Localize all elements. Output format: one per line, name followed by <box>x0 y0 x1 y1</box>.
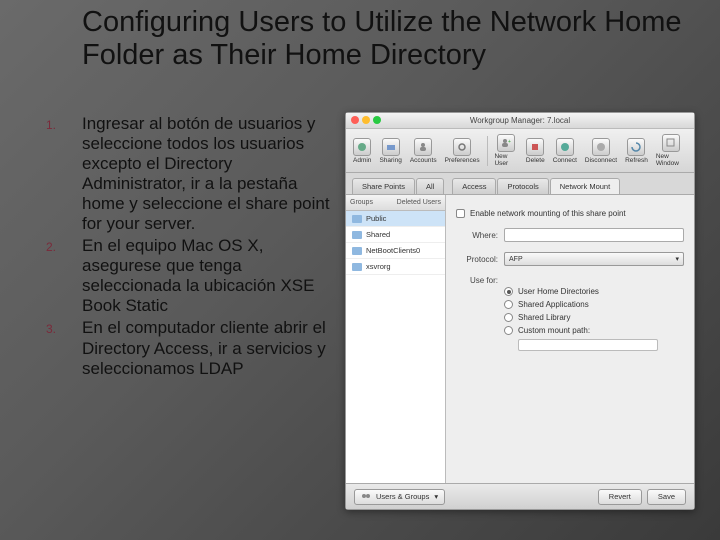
footer-scope-select[interactable]: Users & Groups ▾ <box>354 489 445 505</box>
protocol-select[interactable]: AFP ▾ <box>504 252 684 266</box>
where-row: Where: <box>456 228 684 242</box>
enable-mount-label: Enable network mounting of this share po… <box>470 209 626 218</box>
zoom-icon[interactable] <box>373 116 381 124</box>
folder-icon <box>352 263 362 271</box>
toolbar: Admin Sharing Accounts Preferences +New … <box>346 129 694 173</box>
toolbar-sharing[interactable]: Sharing <box>376 136 404 166</box>
radio-icon <box>504 300 513 309</box>
protocol-row: Protocol: AFP ▾ <box>456 252 684 266</box>
slide: Configuring Users to Utilize the Network… <box>0 0 720 540</box>
protocol-label: Protocol: <box>456 255 498 264</box>
slide-title: Configuring Users to Utilize the Network… <box>82 6 700 73</box>
toolbar-accounts[interactable]: Accounts <box>407 136 440 166</box>
folder-icon <box>352 231 362 239</box>
instruction-list: 1. Ingresar al botón de usuarios y selec… <box>46 114 338 381</box>
window-footer: Users & Groups ▾ Revert Save <box>346 483 694 509</box>
use-for-label: Use for: <box>456 276 498 285</box>
toolbar-preferences[interactable]: Preferences <box>442 136 483 166</box>
tab-share-points[interactable]: Share Points <box>352 178 415 194</box>
tab-protocols[interactable]: Protocols <box>497 178 548 194</box>
save-button[interactable]: Save <box>647 489 686 505</box>
radio-custom-path[interactable]: Custom mount path: <box>504 326 684 335</box>
minimize-icon[interactable] <box>362 116 370 124</box>
radio-icon <box>504 313 513 322</box>
toolbar-new-user[interactable]: +New User <box>491 132 520 169</box>
radio-icon <box>504 326 513 335</box>
sidebar-item[interactable]: Shared <box>346 227 445 243</box>
tab-all[interactable]: All <box>416 178 444 194</box>
where-label: Where: <box>456 231 498 240</box>
main-pane: Enable network mounting of this share po… <box>446 195 694 483</box>
enable-mount-row: Enable network mounting of this share po… <box>456 209 684 218</box>
toolbar-new-window[interactable]: New Window <box>653 132 690 169</box>
use-for-options: User Home Directories Shared Application… <box>504 287 684 351</box>
enable-mount-checkbox[interactable] <box>456 209 465 218</box>
svg-text:+: + <box>508 139 511 145</box>
screenshot-window: Workgroup Manager: 7.local Admin Sharing… <box>345 112 695 510</box>
footer-buttons: Revert Save <box>598 489 686 505</box>
list-number: 2. <box>46 236 82 316</box>
list-text: En el computador cliente abrir el Direct… <box>82 318 338 378</box>
tab-bar: Share Points All Access Protocols Networ… <box>346 173 694 195</box>
chevron-down-icon: ▾ <box>434 492 438 501</box>
radio-shared-library[interactable]: Shared Library <box>504 313 684 322</box>
list-item: 2. En el equipo Mac OS X, asegurese que … <box>46 236 338 316</box>
toolbar-delete[interactable]: Delete <box>523 136 548 166</box>
window-title: Workgroup Manager: 7.local <box>470 116 570 125</box>
toolbar-separator <box>487 136 488 166</box>
list-text: En el equipo Mac OS X, asegurese que ten… <box>82 236 338 316</box>
sidebar-header: Groups Deleted Users <box>346 195 445 211</box>
chevron-down-icon: ▾ <box>675 255 679 263</box>
sidebar-item[interactable]: xsvrorg <box>346 259 445 275</box>
toolbar-admin[interactable]: Admin <box>350 136 374 166</box>
sidebar-header-right: Deleted Users <box>397 199 441 206</box>
sidebar-item[interactable]: NetBootClients0 <box>346 243 445 259</box>
traffic-lights <box>351 116 381 124</box>
toolbar-disconnect[interactable]: Disconnect <box>582 136 620 166</box>
users-icon <box>361 492 371 502</box>
sidebar-item[interactable]: Public <box>346 211 445 227</box>
where-input[interactable] <box>504 228 684 242</box>
use-for-row: Use for: <box>456 276 684 285</box>
list-item: 1. Ingresar al botón de usuarios y selec… <box>46 114 338 234</box>
toolbar-connect[interactable]: Connect <box>550 136 580 166</box>
tab-access[interactable]: Access <box>452 178 496 194</box>
radio-user-home[interactable]: User Home Directories <box>504 287 684 296</box>
close-icon[interactable] <box>351 116 359 124</box>
custom-path-input[interactable] <box>518 339 658 351</box>
revert-button[interactable]: Revert <box>598 489 642 505</box>
tab-network-mount[interactable]: Network Mount <box>550 178 620 194</box>
window-body: Groups Deleted Users Public Shared NetBo… <box>346 195 694 483</box>
list-item: 3. En el computador cliente abrir el Dir… <box>46 318 338 378</box>
sidebar-header-left: Groups <box>350 199 373 206</box>
list-text: Ingresar al botón de usuarios y seleccio… <box>82 114 338 234</box>
radio-shared-apps[interactable]: Shared Applications <box>504 300 684 309</box>
list-number: 1. <box>46 114 82 234</box>
toolbar-refresh[interactable]: Refresh <box>622 136 651 166</box>
folder-icon <box>352 247 362 255</box>
sidebar: Groups Deleted Users Public Shared NetBo… <box>346 195 446 483</box>
folder-icon <box>352 215 362 223</box>
window-titlebar: Workgroup Manager: 7.local <box>346 113 694 129</box>
list-number: 3. <box>46 318 82 378</box>
radio-icon <box>504 287 513 296</box>
